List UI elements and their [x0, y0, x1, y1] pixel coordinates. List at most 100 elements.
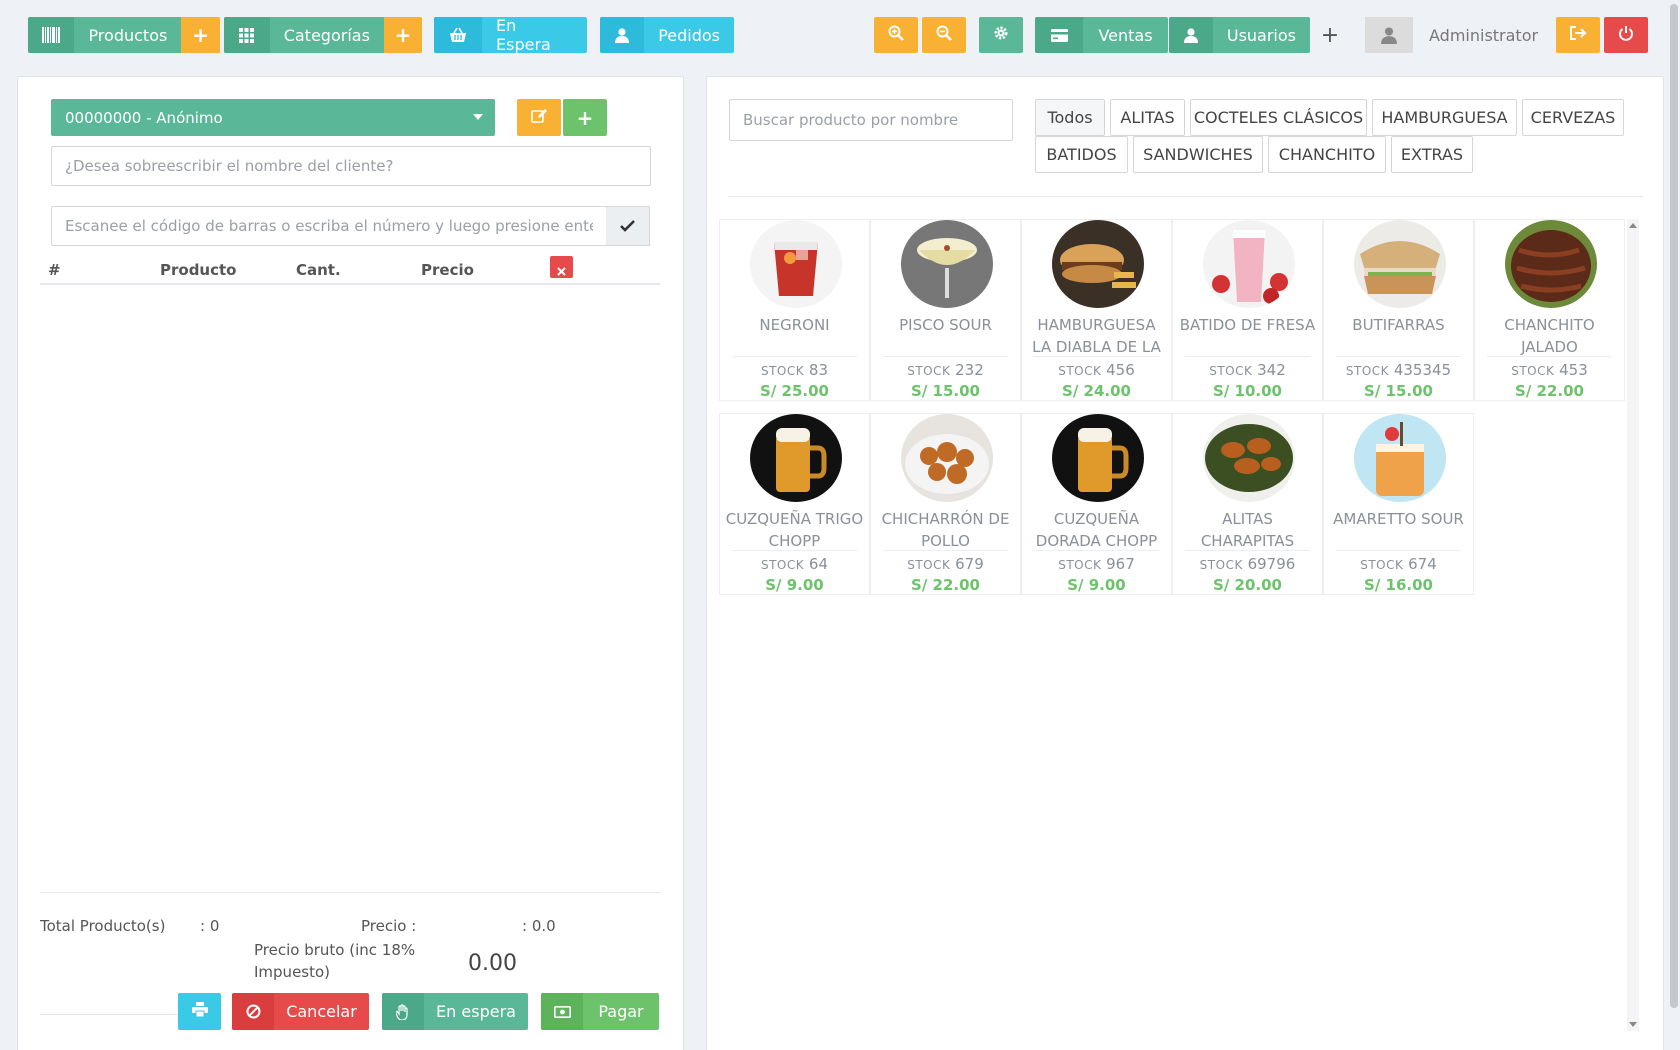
power-icon [1618, 25, 1634, 45]
pay-button[interactable]: Pagar [541, 993, 659, 1030]
basket-icon [434, 17, 482, 53]
gear-icon [993, 25, 1009, 45]
product-stock: STOCK 435345 [1324, 361, 1473, 379]
product-card[interactable]: BUTIFARRAS STOCK 435345 S/ 15.00 [1323, 219, 1474, 401]
column-product: Producto [160, 261, 237, 279]
product-image [750, 414, 842, 502]
sign-out-icon [1569, 25, 1587, 45]
en-espera-button[interactable]: En Espera [434, 17, 587, 53]
user-icon [1169, 17, 1213, 53]
product-price: S/ 15.00 [911, 382, 980, 400]
pedidos-label: Pedidos [658, 25, 720, 45]
divider [883, 550, 1008, 551]
add-category-button[interactable]: + [383, 17, 422, 53]
edit-client-button[interactable] [517, 99, 561, 136]
stock-label: STOCK [1511, 364, 1555, 378]
divider [1487, 356, 1612, 357]
zoom-in-button[interactable] [874, 17, 918, 53]
product-image [1354, 414, 1446, 502]
divider [1034, 550, 1159, 551]
divider [1185, 550, 1310, 551]
settings-button[interactable] [979, 17, 1023, 53]
product-image [1354, 220, 1446, 308]
stock-value: 69796 [1247, 555, 1296, 573]
scroll-down-icon[interactable] [1629, 1022, 1637, 1027]
hold-label: En espera [436, 1002, 516, 1021]
product-card[interactable]: CHICHARRÓN DE POLLO STOCK 679 S/ 22.00 [870, 413, 1021, 595]
category-cervezas[interactable]: CERVEZAS [1522, 99, 1624, 136]
product-grid-scrollbar[interactable] [1627, 219, 1639, 1031]
category-sandwiches[interactable]: SANDWICHES [1133, 136, 1263, 173]
category-todos[interactable]: Todos [1035, 99, 1105, 136]
productos-button[interactable]: Productos + [28, 17, 220, 53]
category-alitas[interactable]: ALITAS [1110, 99, 1185, 136]
product-price: S/ 9.00 [765, 576, 824, 594]
product-card[interactable]: NEGRONI STOCK 83 S/ 25.00 [719, 219, 870, 401]
product-stock: STOCK 456 [1022, 361, 1171, 379]
logout-button[interactable] [1556, 17, 1600, 53]
money-icon [541, 993, 583, 1030]
add-product-button[interactable]: + [181, 17, 220, 53]
scroll-up-icon[interactable] [1629, 223, 1637, 228]
divider [732, 550, 857, 551]
divider [1185, 356, 1310, 357]
ventas-button[interactable]: Ventas [1035, 17, 1168, 53]
stock-value: 64 [808, 555, 828, 573]
product-image [750, 220, 842, 308]
close-icon [557, 262, 566, 280]
product-name: AMARETTO SOUR [1333, 510, 1464, 528]
product-price: S/ 24.00 [1062, 382, 1131, 400]
productos-label: Productos [88, 25, 168, 45]
product-image [1052, 220, 1144, 308]
barcode-input[interactable] [51, 206, 607, 246]
stock-label: STOCK [1058, 364, 1102, 378]
admin-user-menu[interactable]: Administrator [1365, 17, 1565, 53]
product-card[interactable]: CUZQUEÑA TRIGO CHOPP STOCK 64 S/ 9.00 [719, 413, 870, 595]
category-hamburguesa[interactable]: HAMBURGUESA [1372, 99, 1517, 136]
hold-button[interactable]: En espera [382, 993, 528, 1030]
product-card[interactable]: BATIDO DE FRESA STOCK 342 S/ 10.00 [1172, 219, 1323, 401]
category-cocteles-clasicos[interactable]: COCTELES CLÁSICOS [1190, 99, 1367, 136]
add-client-button[interactable]: + [563, 99, 607, 136]
category-batidos[interactable]: BATIDOS [1035, 136, 1128, 173]
admin-name: Administrator [1429, 25, 1539, 45]
product-card[interactable]: PISCO SOUR STOCK 232 S/ 15.00 [870, 219, 1021, 401]
cancel-label: Cancelar [286, 1002, 357, 1021]
product-name: BUTIFARRAS [1352, 316, 1445, 334]
cancel-button[interactable]: Cancelar [232, 993, 369, 1030]
product-card[interactable]: CHANCHITO JALADO STOCK 453 S/ 22.00 [1474, 219, 1625, 401]
product-stock: STOCK 64 [720, 555, 869, 573]
product-price: S/ 22.00 [911, 576, 980, 594]
divider [1034, 356, 1159, 357]
product-card[interactable]: ALITAS CHARAPITAS STOCK 69796 S/ 20.00 [1172, 413, 1323, 595]
client-name-override-input[interactable] [51, 146, 651, 186]
stock-value: 232 [955, 361, 984, 379]
client-select[interactable]: 00000000 - Anónimo [51, 99, 495, 136]
order-table-header: # Producto Cant. Precio [40, 255, 660, 285]
power-button[interactable] [1604, 17, 1648, 53]
product-stock: STOCK 342 [1173, 361, 1322, 379]
product-card[interactable]: CUZQUEÑA DORADA CHOPP STOCK 967 S/ 9.00 [1021, 413, 1172, 595]
clear-order-button[interactable] [550, 256, 573, 278]
add-user-button[interactable]: + [1312, 17, 1348, 53]
category-chanchito[interactable]: CHANCHITO [1268, 136, 1386, 173]
product-card[interactable]: HAMBURGUESA LA DIABLA DE LA STOCK 456 S/ 2… [1021, 219, 1172, 401]
zoom-out-button[interactable] [922, 17, 966, 53]
product-name: CUZQUEÑA TRIGO CHOPP [725, 510, 864, 550]
categorias-button[interactable]: Categorías + [224, 17, 422, 53]
category-extras[interactable]: EXTRAS [1391, 136, 1473, 173]
gross-price-value: 0.00 [468, 951, 517, 976]
product-card[interactable]: AMARETTO SOUR STOCK 674 S/ 16.00 [1323, 413, 1474, 595]
barcode-submit-button[interactable] [606, 206, 650, 246]
usuarios-button[interactable]: Usuarios [1169, 17, 1310, 53]
user-icon [1365, 17, 1413, 53]
product-price: S/ 22.00 [1515, 382, 1584, 400]
product-search-input[interactable] [729, 99, 1013, 141]
scrollbar-thumb[interactable] [1670, 4, 1678, 1008]
print-button[interactable] [178, 993, 221, 1030]
page-scrollbar[interactable] [1668, 0, 1680, 1050]
client-select-value: 00000000 - Anónimo [65, 108, 223, 127]
product-name: HAMBURGUESA LA DIABLA DE LA [1032, 316, 1161, 356]
stock-value: 967 [1106, 555, 1135, 573]
pedidos-button[interactable]: Pedidos [600, 17, 734, 53]
